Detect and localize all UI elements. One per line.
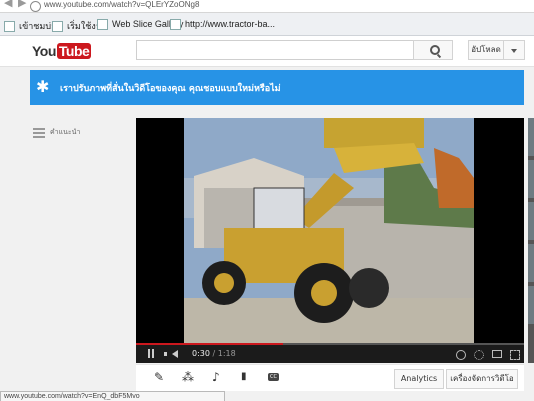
star-icon: ✱ bbox=[36, 77, 50, 96]
video-still-image bbox=[184, 118, 474, 344]
captions-icon[interactable]: CC bbox=[268, 373, 279, 381]
guide-menu-icon[interactable] bbox=[33, 128, 45, 138]
search-button[interactable] bbox=[413, 40, 453, 60]
bookmarks-bar: เข้าชมบ่อย เริ่มใช้งาน Web Slice Gallery… bbox=[0, 13, 534, 36]
forward-icon[interactable]: ▶ bbox=[18, 0, 26, 9]
address-bar[interactable]: ◀ ▶ www.youtube.com/watch?v=QLErYZoONg8 bbox=[0, 0, 534, 13]
volume-icon[interactable] bbox=[164, 350, 178, 358]
guide-label[interactable]: คำแนะนำ bbox=[50, 127, 80, 138]
edit-icon[interactable]: ✎ bbox=[154, 371, 164, 383]
fullscreen-icon[interactable] bbox=[510, 350, 520, 360]
search-input[interactable] bbox=[136, 40, 414, 60]
bookmark-icon bbox=[52, 21, 63, 33]
url-text[interactable]: www.youtube.com/watch?v=QLErYZoONg8 bbox=[44, 0, 199, 9]
notification-banner: ✱ เราปรับภาพที่สั่นในวิดีโอของคุณ คุณชอบ… bbox=[30, 70, 524, 105]
theater-icon[interactable] bbox=[492, 350, 502, 358]
music-icon[interactable]: ♪ bbox=[212, 371, 220, 383]
video-actions-bar: ✎ ⁂ ♪ ▮ CC Analytics เครื่องจัดการวิดีโอ bbox=[136, 364, 524, 391]
play-pause-icon[interactable] bbox=[148, 349, 150, 358]
settings-icon[interactable] bbox=[474, 350, 484, 360]
video-player[interactable]: 0:30 / 1:18 bbox=[136, 118, 524, 363]
player-controls: 0:30 / 1:18 bbox=[136, 345, 524, 363]
globe-icon bbox=[30, 1, 41, 12]
enhance-icon[interactable]: ⁂ bbox=[182, 371, 194, 383]
video-frame[interactable] bbox=[184, 118, 474, 344]
info-icon[interactable] bbox=[456, 350, 466, 360]
dropdown-icon[interactable] bbox=[503, 40, 525, 60]
annotation-icon[interactable]: ▮ bbox=[241, 371, 247, 383]
youtube-header: You Tube อัปโหลด bbox=[0, 36, 534, 67]
search-icon bbox=[430, 45, 440, 55]
time-display: 0:30 / 1:18 bbox=[192, 349, 236, 358]
analytics-button[interactable]: Analytics bbox=[394, 369, 444, 389]
upload-button[interactable]: อัปโหลด bbox=[468, 40, 504, 60]
youtube-logo[interactable]: You Tube bbox=[32, 43, 92, 59]
bookmark-icon bbox=[170, 19, 181, 31]
bookmark-tractor[interactable]: http://www.tractor-ba... bbox=[170, 19, 275, 31]
bookmark-icon bbox=[97, 19, 108, 31]
banner-message[interactable]: เราปรับภาพที่สั่นในวิดีโอของคุณ คุณชอบแบ… bbox=[60, 81, 281, 95]
back-icon[interactable]: ◀ bbox=[4, 0, 12, 9]
video-manager-button[interactable]: เครื่องจัดการวิดีโอ bbox=[446, 369, 518, 389]
related-thumbnails[interactable] bbox=[528, 118, 534, 363]
bookmark-icon bbox=[4, 21, 15, 33]
